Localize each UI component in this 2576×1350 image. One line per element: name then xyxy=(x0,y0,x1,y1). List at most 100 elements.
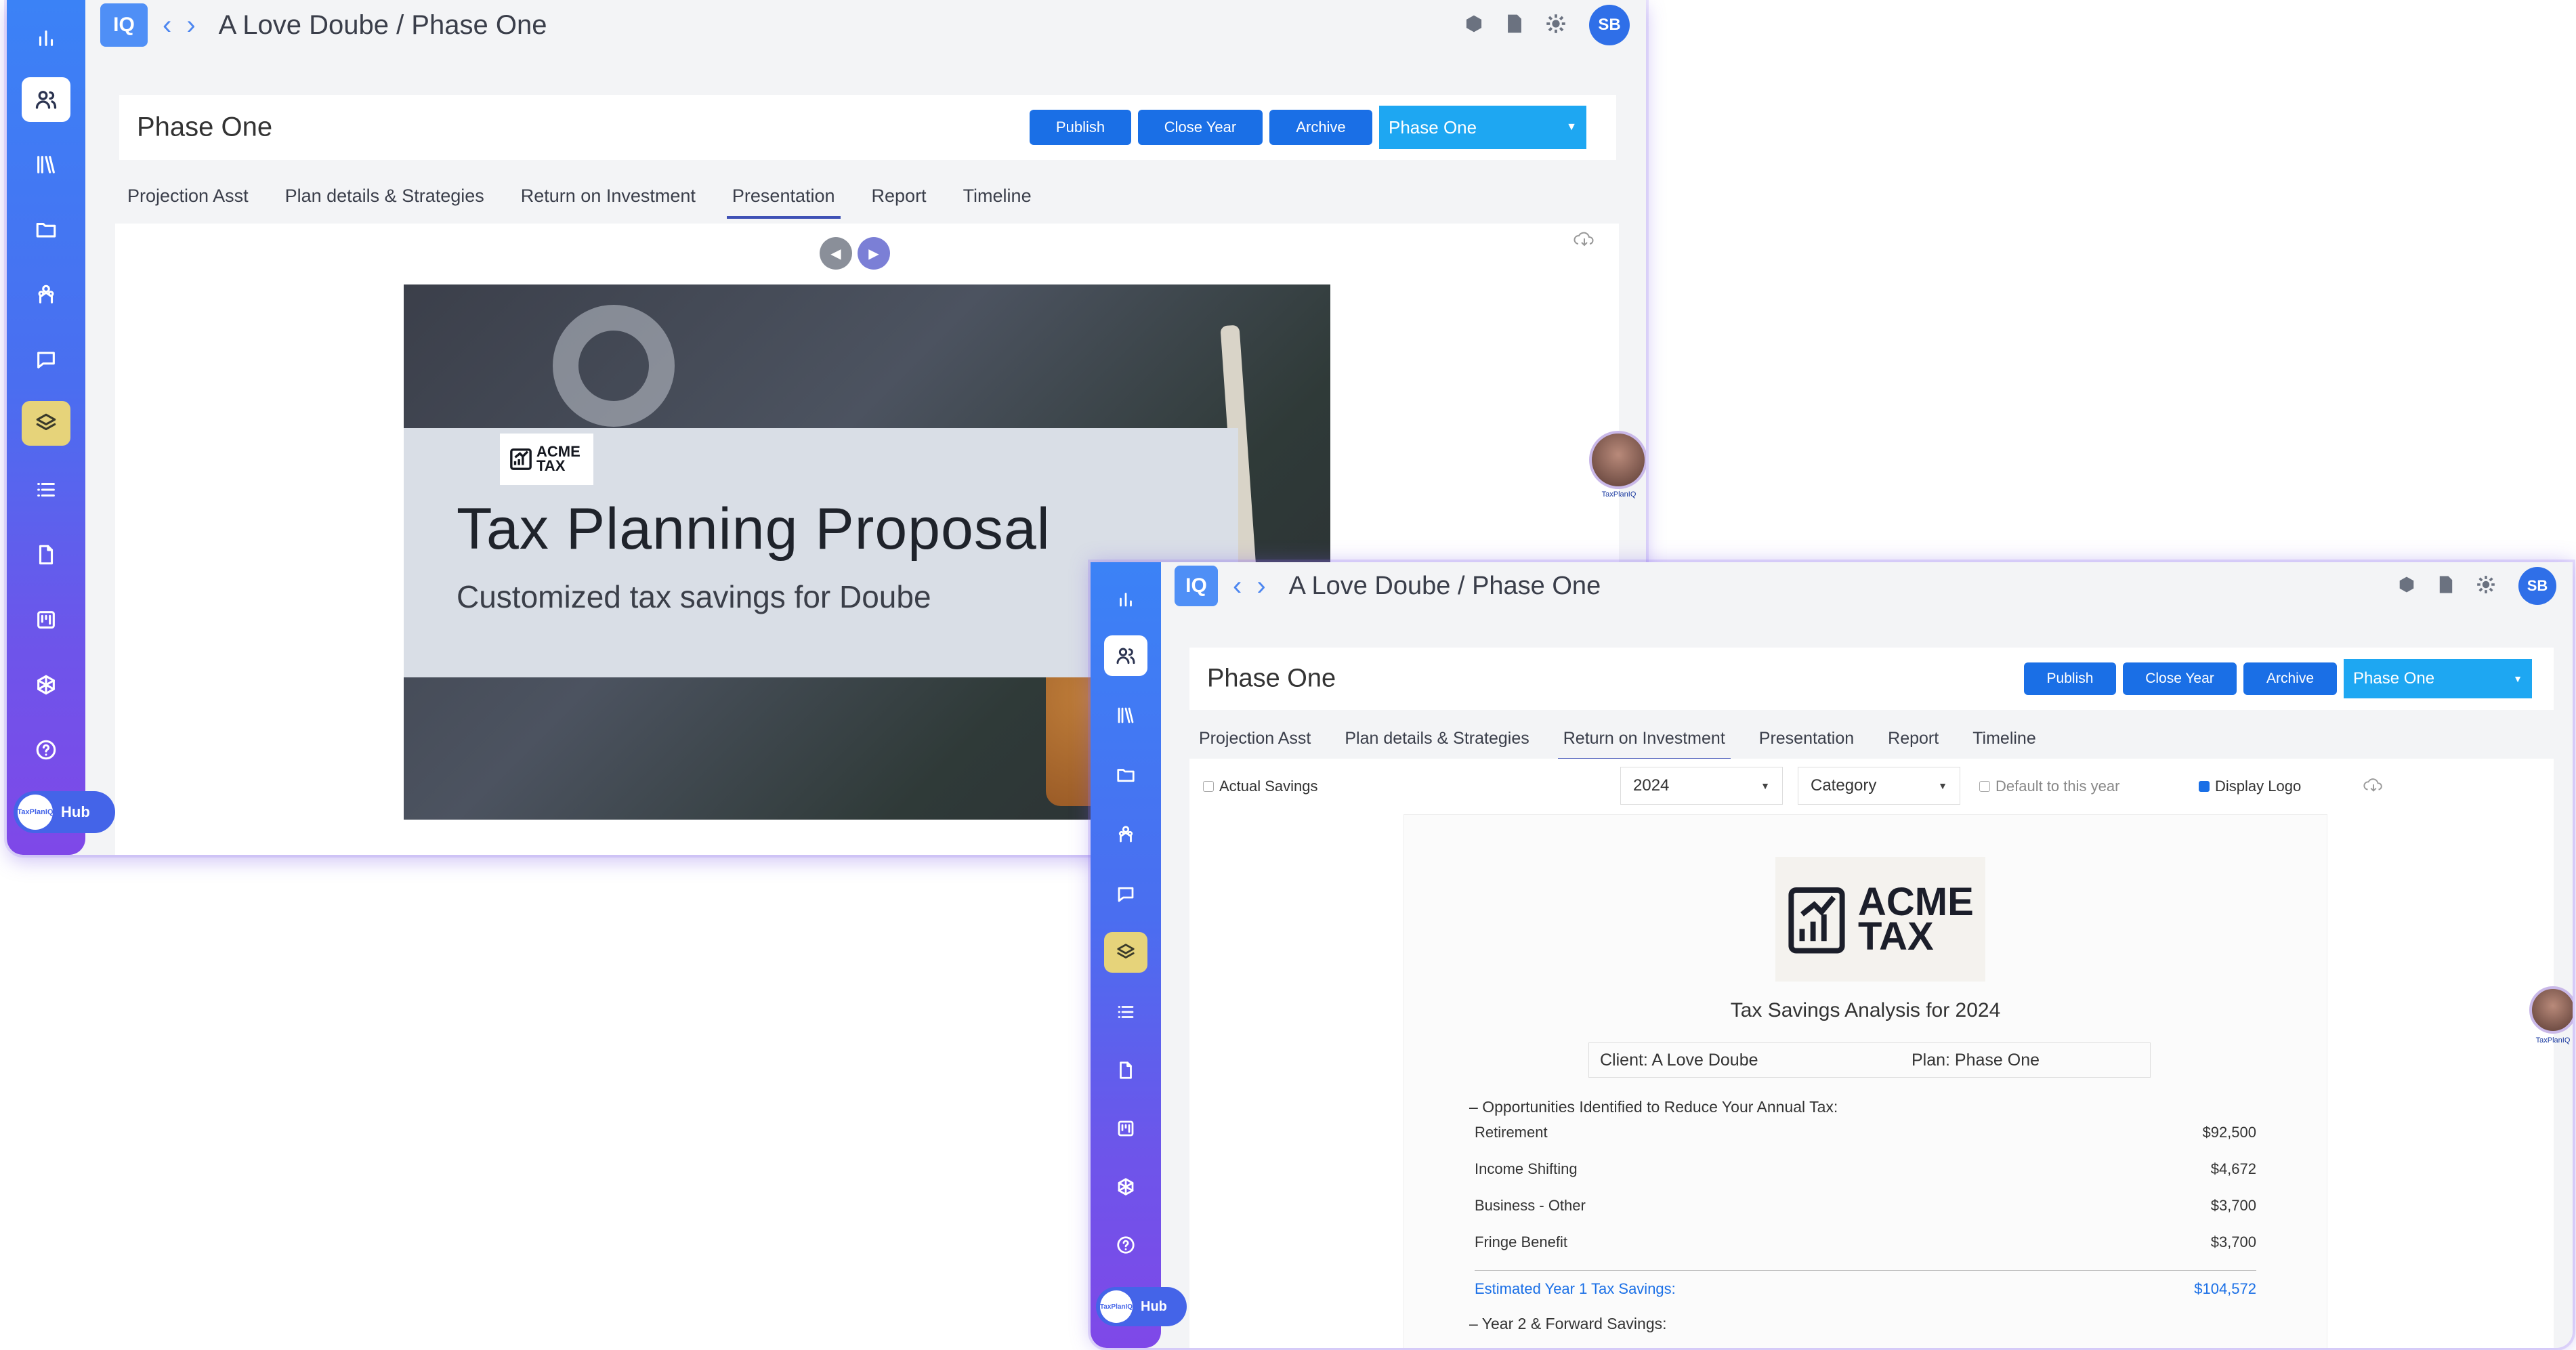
integrations-icon[interactable] xyxy=(1104,1166,1147,1207)
tab-return-on-investment[interactable]: Return on Investment xyxy=(1557,723,1731,761)
archive-button[interactable]: Archive xyxy=(1269,110,1372,145)
close-year-button[interactable]: Close Year xyxy=(1138,110,1263,145)
hub-button[interactable]: TaxPlanIQ Hub xyxy=(14,791,115,833)
tab-timeline[interactable]: Timeline xyxy=(1967,723,2042,761)
row-label: Fringe Benefit xyxy=(1475,1233,1567,1250)
gear-icon[interactable] xyxy=(1546,14,1566,37)
cloud-download-icon[interactable] xyxy=(2363,776,2384,798)
checkbox-box-checked xyxy=(2199,781,2210,792)
slide-title: Tax Planning Proposal xyxy=(457,497,1051,562)
tab-plan-details[interactable]: Plan details & Strategies xyxy=(280,180,490,219)
row-label: Retirement xyxy=(1475,1124,1548,1141)
company-logo-text: ACME TAX xyxy=(1858,879,1974,958)
team-icon[interactable] xyxy=(1104,814,1147,855)
file-icon[interactable] xyxy=(1506,14,1523,37)
list-icon[interactable] xyxy=(22,467,70,512)
row-value: $3,700 xyxy=(2210,1233,2256,1250)
gear-icon[interactable] xyxy=(2476,575,2495,597)
chat-icon[interactable] xyxy=(22,337,70,382)
cloud-download-icon[interactable] xyxy=(1573,230,1596,251)
help-icon[interactable] xyxy=(22,727,70,772)
hub-button[interactable]: TaxPlanIQ Hub xyxy=(1096,1287,1187,1326)
cube-icon[interactable] xyxy=(2398,576,2415,597)
next-slide-icon[interactable]: ▶ xyxy=(858,237,890,270)
client-plan-box: Client: A Love Doube Plan: Phase One xyxy=(1588,1042,2151,1078)
user-avatar[interactable]: SB xyxy=(2518,567,2556,605)
tab-report[interactable]: Report xyxy=(866,180,932,219)
tab-presentation[interactable]: Presentation xyxy=(1754,723,1859,761)
list-icon[interactable] xyxy=(1104,992,1147,1032)
close-year-button[interactable]: Close Year xyxy=(2123,662,2237,695)
table-row: Business - Other $3,700 xyxy=(1475,1197,2256,1215)
section-opportunities: – Opportunities Identified to Reduce You… xyxy=(1469,1098,1838,1116)
category-select[interactable]: Category ▼ xyxy=(1798,767,1960,805)
layers-icon[interactable] xyxy=(22,401,70,446)
tab-plan-details[interactable]: Plan details & Strategies xyxy=(1339,723,1534,761)
category-select-value: Category xyxy=(1811,776,1877,795)
section-opportunities-label: Opportunities Identified to Reduce Your … xyxy=(1482,1098,1838,1116)
hub-label: Hub xyxy=(61,803,90,820)
report-title: Tax Savings Analysis for 2024 xyxy=(1730,999,2001,1021)
table-row: Retirement $92,500 xyxy=(1475,1124,2256,1141)
tab-presentation[interactable]: Presentation xyxy=(726,180,841,219)
folder-icon[interactable] xyxy=(22,207,70,252)
publish-button[interactable]: Publish xyxy=(2024,662,2116,695)
clients-icon[interactable] xyxy=(1104,635,1147,676)
chat-icon[interactable] xyxy=(1104,874,1147,914)
back-arrow-icon[interactable]: ‹ xyxy=(1233,572,1242,599)
publish-button[interactable]: Publish xyxy=(1030,110,1131,145)
roi-panel: Actual Savings 2024 ▼ Category ▼ Default… xyxy=(1189,759,2554,1348)
assistant-avatar[interactable] xyxy=(2529,986,2573,1034)
team-icon[interactable] xyxy=(22,272,70,317)
tab-return-on-investment[interactable]: Return on Investment xyxy=(515,180,701,219)
default-year-checkbox[interactable]: Default to this year xyxy=(1979,778,2119,795)
forward-arrow-icon[interactable]: › xyxy=(186,12,195,39)
previous-slide-icon[interactable]: ◀ xyxy=(820,237,852,270)
section-year2: – Year 2 & Forward Savings: xyxy=(1469,1315,1667,1332)
chevron-down-icon: ▼ xyxy=(1760,780,1770,791)
folder-icon[interactable] xyxy=(1104,755,1147,795)
clients-icon[interactable] xyxy=(22,77,70,122)
document-icon[interactable] xyxy=(1104,1050,1147,1091)
library-icon[interactable] xyxy=(22,142,70,187)
year-select[interactable]: 2024 ▼ xyxy=(1620,767,1783,805)
forward-arrow-icon[interactable]: › xyxy=(1257,572,1265,599)
document-icon[interactable] xyxy=(22,532,70,577)
library-icon[interactable] xyxy=(1104,695,1147,736)
file-icon[interactable] xyxy=(2438,576,2453,597)
back-arrow-icon[interactable]: ‹ xyxy=(163,12,171,39)
phase-select[interactable]: Phase One ▼ xyxy=(1379,106,1586,149)
phase-select-value: Phase One xyxy=(2353,669,2435,688)
layers-icon[interactable] xyxy=(1104,932,1147,973)
chevron-down-icon: ▼ xyxy=(1566,121,1577,133)
plan-name: Plan: Phase One xyxy=(1912,1050,2040,1070)
checkbox-box xyxy=(1979,781,1990,792)
app-logo-icon[interactable]: IQ xyxy=(1175,566,1218,606)
user-avatar[interactable]: SB xyxy=(1589,5,1630,45)
help-icon[interactable] xyxy=(1104,1225,1147,1265)
tab-report[interactable]: Report xyxy=(1882,723,1944,761)
phase-select-value: Phase One xyxy=(1389,117,1477,138)
phase-select[interactable]: Phase One ▼ xyxy=(2344,659,2532,698)
analytics-icon[interactable] xyxy=(1104,578,1147,619)
sidebar xyxy=(1091,562,1161,1348)
cube-icon[interactable] xyxy=(1464,14,1483,37)
board-icon[interactable] xyxy=(1104,1108,1147,1149)
app-logo-icon[interactable]: IQ xyxy=(100,3,148,47)
board-icon[interactable] xyxy=(22,597,70,642)
row-value: $92,500 xyxy=(2202,1124,2256,1141)
hub-logo: TaxPlanIQ xyxy=(1100,1290,1133,1323)
tab-projection-asst[interactable]: Projection Asst xyxy=(1194,723,1316,761)
assistant-avatar[interactable] xyxy=(1589,431,1646,489)
tab-timeline[interactable]: Timeline xyxy=(958,180,1037,219)
top-bar: IQ ‹ › A Love Doube / Phase One SB xyxy=(1161,562,2573,610)
actual-savings-label: Actual Savings xyxy=(1219,778,1318,795)
integrations-icon[interactable] xyxy=(22,662,70,707)
archive-button[interactable]: Archive xyxy=(2243,662,2337,695)
display-logo-checkbox[interactable]: Display Logo xyxy=(2199,778,2301,795)
actual-savings-checkbox[interactable]: Actual Savings xyxy=(1203,778,1318,795)
table-row: Fringe Benefit $3,700 xyxy=(1475,1233,2256,1251)
analytics-icon[interactable] xyxy=(22,15,70,60)
tab-projection-asst[interactable]: Projection Asst xyxy=(122,180,254,219)
company-logo: ACME TAX xyxy=(1775,857,1985,982)
